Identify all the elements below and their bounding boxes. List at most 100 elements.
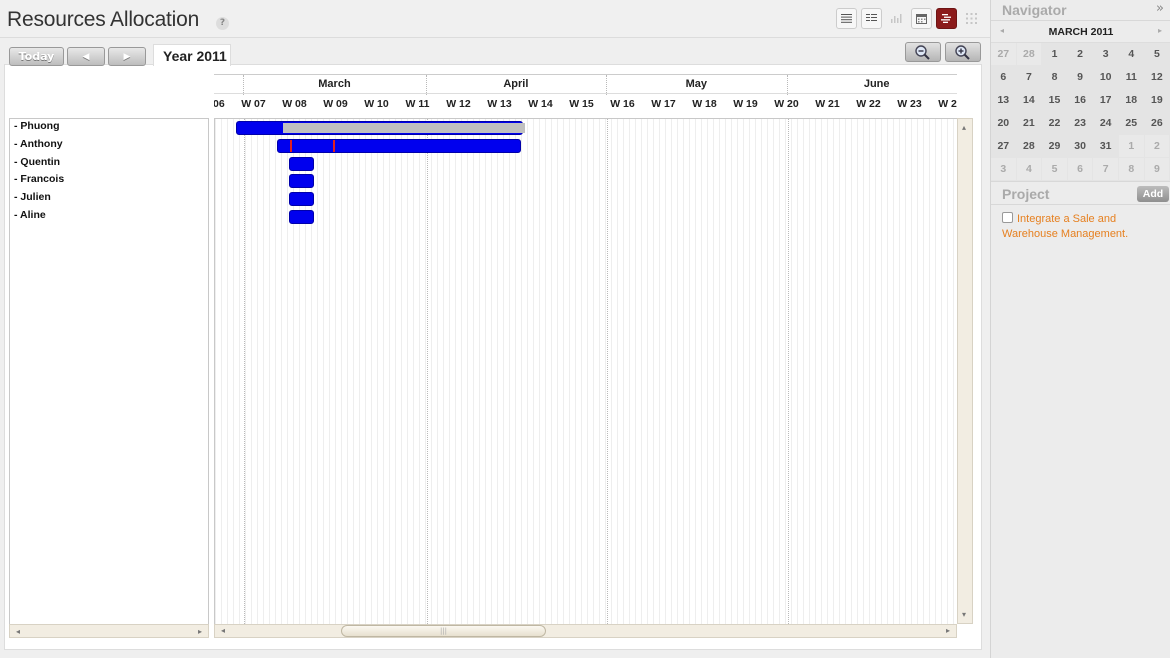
- calendar-day[interactable]: 25: [1118, 112, 1145, 135]
- resource-row[interactable]: - Aline: [14, 209, 46, 221]
- calendar-day[interactable]: 10: [1093, 66, 1119, 89]
- add-project-button[interactable]: Add: [1137, 186, 1169, 202]
- resource-row[interactable]: - Julien: [14, 191, 51, 203]
- calendar-day[interactable]: 30: [1067, 135, 1094, 158]
- project-header: Project Add: [991, 181, 1170, 205]
- week-label: W 15: [569, 98, 594, 110]
- gantt-view-icon[interactable]: [936, 8, 957, 29]
- task-bar[interactable]: [289, 174, 314, 189]
- month-row: March April May June: [214, 74, 957, 95]
- today-button[interactable]: Today: [9, 47, 64, 66]
- calendar-day[interactable]: 29: [1042, 135, 1068, 158]
- calendar-day[interactable]: 11: [1118, 66, 1145, 89]
- month-separator: [244, 119, 246, 624]
- calendar-day[interactable]: 24: [1093, 112, 1119, 135]
- week-label: W 17: [651, 98, 676, 110]
- calendar-day[interactable]: 7: [1093, 158, 1119, 181]
- calendar-day[interactable]: 14: [1016, 89, 1043, 112]
- calendar-day[interactable]: 15: [1042, 89, 1068, 112]
- calendar-day[interactable]: 3: [991, 158, 1017, 181]
- calendar-day[interactable]: 9: [1067, 66, 1094, 89]
- project-checkbox[interactable]: [1002, 212, 1013, 223]
- calendar-day[interactable]: 4: [1118, 43, 1145, 66]
- scroll-up-icon[interactable]: ▴: [962, 123, 966, 132]
- calendar-day[interactable]: 9: [1144, 158, 1170, 181]
- resource-row[interactable]: - Phuong: [14, 120, 60, 132]
- previous-period-button[interactable]: ◀: [67, 47, 105, 66]
- zoom-in-button[interactable]: [945, 42, 981, 62]
- scroll-left-icon[interactable]: ◂: [16, 627, 20, 636]
- list-view-icon[interactable]: [836, 8, 857, 29]
- calendar-day[interactable]: 8: [1042, 66, 1068, 89]
- month-label: June: [863, 78, 890, 90]
- next-period-button[interactable]: ▶: [108, 47, 146, 66]
- scroll-down-icon[interactable]: ▾: [962, 610, 966, 619]
- month-separator: [425, 75, 427, 95]
- resource-row[interactable]: - Quentin: [14, 156, 60, 168]
- resource-row[interactable]: - Francois: [14, 173, 64, 185]
- week-label: W 12: [446, 98, 471, 110]
- calendar-day[interactable]: 16: [1067, 89, 1094, 112]
- project-label[interactable]: Integrate a Sale and Warehouse Managemen…: [1002, 213, 1128, 240]
- calendar-day[interactable]: 21: [1016, 112, 1043, 135]
- form-view-icon[interactable]: [861, 8, 882, 29]
- calendar-day[interactable]: 19: [1144, 89, 1170, 112]
- zoom-in-icon: [955, 45, 970, 60]
- scroll-left-icon[interactable]: ◂: [221, 626, 225, 635]
- calendar-day[interactable]: 26: [1144, 112, 1170, 135]
- vertical-scrollbar[interactable]: ▴ ▾: [957, 118, 973, 624]
- calendar-day[interactable]: 27: [991, 43, 1017, 66]
- calendar-view-icon[interactable]: [911, 8, 932, 29]
- calendar-day[interactable]: 3: [1093, 43, 1119, 66]
- grid-view-icon[interactable]: [961, 8, 982, 29]
- task-bar[interactable]: [236, 121, 525, 135]
- calendar-day[interactable]: 13: [991, 89, 1017, 112]
- collapse-sidebar-icon[interactable]: »: [1156, 1, 1164, 16]
- calendar-day[interactable]: 28: [1016, 43, 1043, 66]
- calendar-day[interactable]: 1: [1118, 135, 1145, 158]
- scroll-right-icon[interactable]: ▸: [198, 627, 202, 636]
- calendar-day[interactable]: 18: [1118, 89, 1145, 112]
- task-bar[interactable]: [289, 156, 314, 171]
- calendar-day[interactable]: 8: [1118, 158, 1145, 181]
- calendar-day[interactable]: 23: [1067, 112, 1094, 135]
- calendar-grid: 27 28 1 2 3 4 5 6 7 8 9 10 11 12 13 14 15 16 17 18 19 20 21 22 2…: [991, 43, 1170, 181]
- graph-view-icon[interactable]: [886, 8, 907, 29]
- scrollbar-thumb[interactable]: |||: [341, 625, 546, 637]
- task-bar[interactable]: [289, 192, 314, 207]
- calendar-day[interactable]: 22: [1042, 112, 1068, 135]
- project-filter-item[interactable]: Integrate a Sale and Warehouse Managemen…: [1002, 212, 1162, 242]
- month-separator: [787, 119, 789, 624]
- calendar-day[interactable]: 7: [1016, 66, 1043, 89]
- scroll-right-icon[interactable]: ▸: [946, 626, 950, 635]
- calendar-day[interactable]: 6: [991, 66, 1017, 89]
- calendar-day[interactable]: 1: [1042, 43, 1068, 66]
- calendar-day[interactable]: 28: [1016, 135, 1043, 158]
- calendar-day[interactable]: 2: [1067, 43, 1094, 66]
- calendar-next-icon[interactable]: ▸: [1158, 26, 1162, 35]
- calendar-day[interactable]: 31: [1093, 135, 1119, 158]
- calendar-day[interactable]: 5: [1144, 43, 1170, 66]
- calendar-day[interactable]: 27: [991, 135, 1017, 158]
- resource-row[interactable]: - Anthony: [14, 138, 63, 150]
- calendar-day[interactable]: 2: [1144, 135, 1170, 158]
- help-icon[interactable]: ?: [216, 17, 229, 30]
- calendar-day[interactable]: 20: [991, 112, 1017, 135]
- resource-list-scrollbar[interactable]: ◂ ▸: [9, 624, 209, 638]
- calendar-day[interactable]: 5: [1042, 158, 1068, 181]
- page-title: Resources Allocation: [7, 8, 200, 31]
- horizontal-scrollbar[interactable]: ◂ ||| ▸: [214, 624, 957, 638]
- calendar-day[interactable]: 12: [1144, 66, 1170, 89]
- calendar-day[interactable]: 4: [1016, 158, 1043, 181]
- week-label: W 16: [610, 98, 635, 110]
- month-separator: [426, 119, 428, 624]
- calendar-day[interactable]: 17: [1093, 89, 1119, 112]
- task-bar[interactable]: [289, 210, 314, 224]
- task-marker: [333, 139, 336, 152]
- calendar-header: ◂ MARCH 2011 ▸: [991, 21, 1170, 43]
- task-bar[interactable]: [277, 138, 521, 153]
- calendar-day[interactable]: 6: [1067, 158, 1094, 181]
- zoom-out-button[interactable]: [905, 42, 941, 62]
- week-label: W 20: [774, 98, 799, 110]
- project-title: Project: [1002, 186, 1050, 202]
